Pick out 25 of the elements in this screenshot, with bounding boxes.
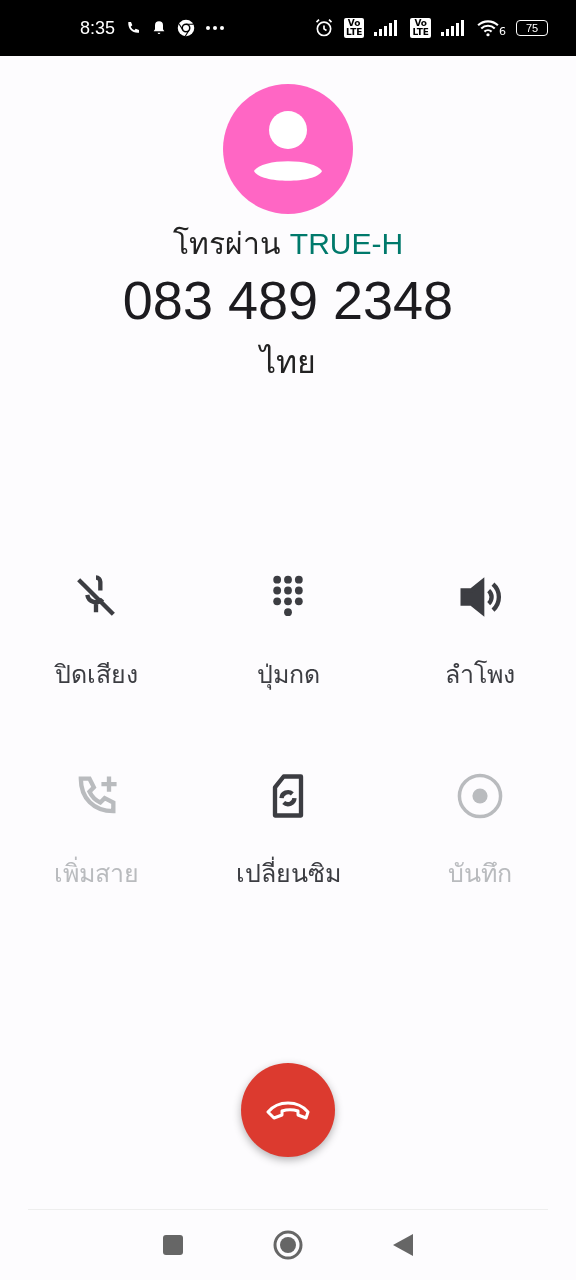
more-icon [205,25,226,31]
clock-time: 8:35 [80,17,116,39]
caller-location: ไทย [260,342,316,383]
call-control[interactable]: ปุ่มกด [192,571,384,691]
phone-icon [125,20,142,36]
wifi-count-label: 6 [499,26,506,37]
wifi-icon [477,19,499,37]
avatar-icon [223,84,353,214]
phone-number: 083 489 2348 [122,269,454,332]
back-icon[interactable] [391,1233,414,1257]
call-control[interactable]: ลำโพง [384,571,576,691]
battery-level: 75 [516,20,548,36]
volte-badge: Vo LTE [410,18,431,38]
browser-icon [177,19,196,37]
call-via-label: โทรผ่าน [172,225,281,263]
hang-up-icon [266,1100,310,1120]
recents-icon[interactable] [162,1234,185,1256]
call-control[interactable]: เปลี่ยนซิม [192,770,384,890]
volte-badge: Vo LTE [343,18,365,38]
home-icon[interactable] [273,1230,303,1260]
alarm-icon [313,18,334,38]
signal-icon [441,20,467,36]
end-call-button[interactable] [241,1063,335,1157]
call-control[interactable]: ปิดเสียง [0,571,192,691]
carrier-name: TRUE-H [289,226,404,262]
